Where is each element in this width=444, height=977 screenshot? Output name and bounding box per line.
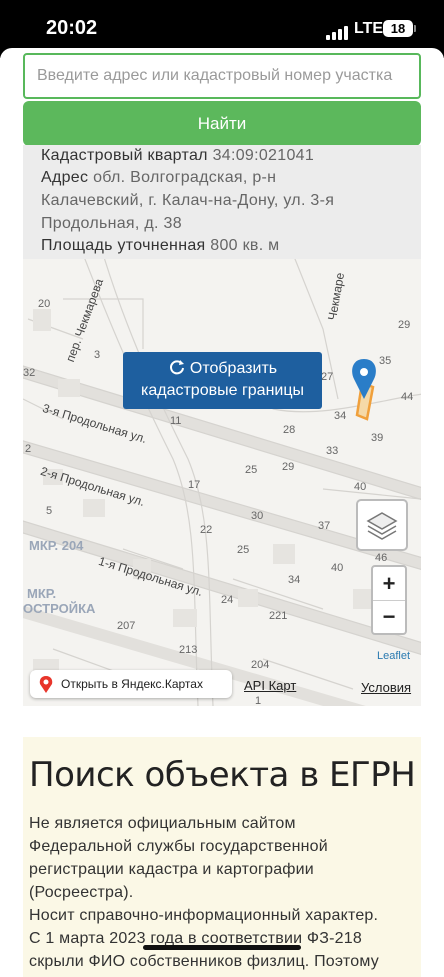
house-number: 3 <box>94 349 101 361</box>
quarter-label: Кадастровый квартал <box>41 147 208 164</box>
layers-button[interactable] <box>356 499 408 551</box>
home-indicator[interactable] <box>143 945 301 950</box>
house-number: 204 <box>251 659 270 671</box>
house-number: 25 <box>237 544 250 556</box>
house-number: 221 <box>269 610 288 622</box>
address-value-line1: обл. Волгоградская, р-н <box>93 169 277 186</box>
quarter-row: Кадастровый квартал 34:09:021041 <box>41 144 401 167</box>
address-value-text3: Продольная, д. 38 <box>41 215 182 232</box>
terms-link[interactable]: Условия <box>361 680 411 695</box>
quarter-value: 34:09:021041 <box>212 147 315 164</box>
show-borders-line2: кадастровые границы <box>140 382 305 399</box>
egrn-heading: Поиск объекта в ЕГРН <box>29 755 416 795</box>
yandex-pin-icon <box>39 676 53 693</box>
address-value-text2: Калачевский, г. Калач-на-Дону, ул. 3-я <box>41 192 335 209</box>
egrn-info-card: Поиск объекта в ЕГРН Не является официал… <box>23 737 421 977</box>
disclaimer-line: Не является официальным сайтом <box>29 815 296 832</box>
address-label: Адрес <box>41 169 89 186</box>
house-number: 33 <box>326 445 339 457</box>
house-number: 207 <box>117 620 136 632</box>
house-number: 44 <box>401 391 414 403</box>
find-button[interactable]: Найти <box>23 101 421 146</box>
show-cadastral-borders-button[interactable]: Отобразить кадастровые границы <box>123 352 322 409</box>
zoom-in-button[interactable]: + <box>373 567 405 601</box>
zoom-control: + − <box>371 565 407 635</box>
district-label-mkr204: МКР. 204 <box>29 538 84 553</box>
house-number: 35 <box>379 355 392 367</box>
search-input[interactable]: Введите адрес или кадастровый номер учас… <box>23 53 421 99</box>
house-number: 29 <box>282 461 295 473</box>
leaflet-link[interactable]: Leaflet <box>377 650 410 662</box>
show-borders-line1: Отобразить <box>123 358 322 380</box>
zoom-out-button[interactable]: − <box>373 600 405 633</box>
address-row: Адрес обл. Волгоградская, р-н <box>41 166 401 189</box>
house-number: 1 <box>255 695 262 706</box>
battery-tip <box>414 25 416 32</box>
area-label: Площадь уточненная <box>41 237 206 254</box>
api-maps-link[interactable]: API Карт <box>244 678 296 693</box>
area-value: 800 кв. м <box>210 237 280 254</box>
notice-line: скрыли ФИО собственников физлиц. Поэтому <box>29 953 379 970</box>
house-number: 20 <box>38 298 51 310</box>
house-number: 39 <box>371 432 384 444</box>
area-row: Площадь уточненная 800 кв. м <box>41 234 401 257</box>
layers-icon <box>366 512 398 540</box>
house-number: 30 <box>251 510 264 522</box>
show-borders-text1: Отобразить <box>189 360 278 377</box>
house-number: 25 <box>245 464 258 476</box>
signal-icon <box>326 22 350 40</box>
refresh-icon <box>169 360 184 375</box>
house-number: 5 <box>46 505 53 517</box>
house-number: 27 <box>321 371 334 383</box>
district-label-stroika-2: ОСТРОЙКА <box>23 601 96 616</box>
open-yandex-maps-label: Открыть в Яндекс.Картах <box>61 677 203 691</box>
house-number: 40 <box>331 562 344 574</box>
status-time: 20:02 <box>46 17 98 39</box>
network-label: LTE <box>354 20 384 37</box>
house-number: 34 <box>334 410 347 422</box>
battery-icon: 18 <box>383 20 413 37</box>
house-number: 22 <box>200 524 213 536</box>
house-number: 37 <box>318 520 331 532</box>
house-number: 2 <box>25 443 32 455</box>
house-number: 213 <box>179 644 198 656</box>
disclaimer-line: (Росреестра). <box>29 884 134 901</box>
district-label-stroika-1: МКР. <box>27 586 57 601</box>
house-number: 28 <box>283 424 296 436</box>
disclaimer-line: регистрации кадастра и картографии <box>29 861 314 878</box>
house-number: 40 <box>354 481 367 493</box>
house-number: 32 <box>23 367 36 379</box>
address-value-line3: Продольная, д. 38 <box>41 212 401 235</box>
house-number: 17 <box>188 479 201 491</box>
map-view[interactable]: 20 29 35 44 3 27 34 39 11 28 33 25 29 17… <box>23 259 421 706</box>
open-yandex-maps-button[interactable]: Открыть в Яндекс.Картах <box>30 670 232 698</box>
notice-line: Носит справочно-информационный характер. <box>29 907 379 924</box>
house-number: 24 <box>221 594 234 606</box>
house-number: 46 <box>375 552 388 564</box>
house-number: 29 <box>398 319 411 331</box>
parcel-info-panel: Кадастровый квартал 34:09:021041 Адрес о… <box>23 145 421 259</box>
house-number: 34 <box>288 574 301 586</box>
house-number: 11 <box>170 415 182 427</box>
address-value-line2: Калачевский, г. Калач-на-Дону, ул. 3-я <box>41 189 401 212</box>
disclaimer-line: Федеральной службы государственной <box>29 838 328 855</box>
